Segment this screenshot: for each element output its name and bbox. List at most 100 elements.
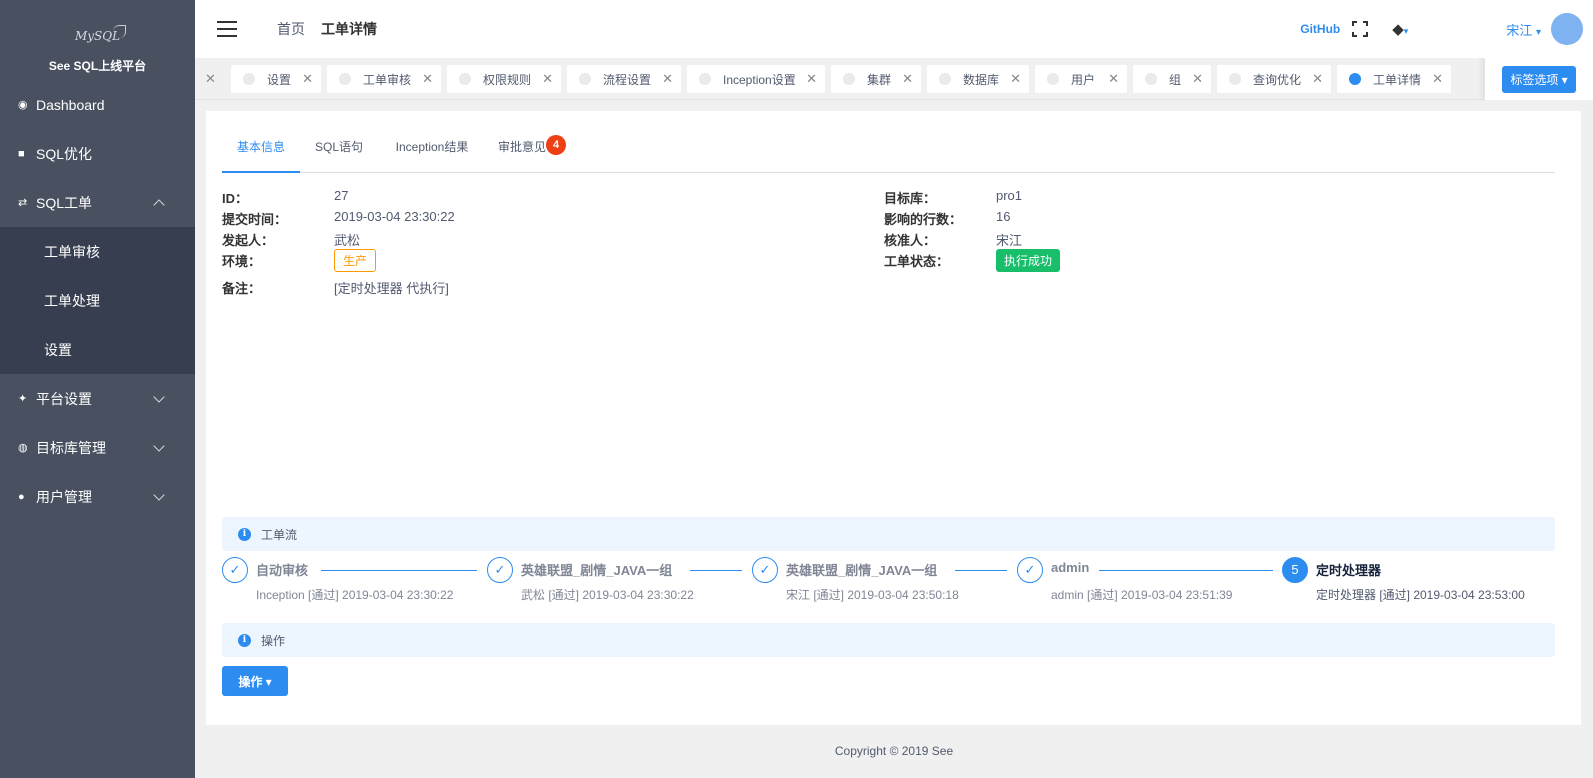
- menu-item-platform-settings[interactable]: ✦ 平台设置: [0, 374, 195, 423]
- info-label-environment: 环境：: [222, 254, 262, 269]
- tag-options-button[interactable]: 标签选项 ▾: [1502, 65, 1576, 93]
- close-icon[interactable]: ✕: [662, 71, 673, 87]
- tag-ticket-review[interactable]: 工单审核 ✕: [327, 65, 441, 93]
- step-connector: [1099, 570, 1273, 571]
- tag-user[interactable]: 用户 ✕: [1035, 65, 1127, 93]
- tag-label: 工单详情: [1373, 72, 1422, 87]
- menu-item-sql-ticket[interactable]: ⇄ SQL工单: [0, 178, 195, 227]
- close-icon[interactable]: ✕: [1312, 71, 1323, 87]
- chevron-up-icon: [153, 199, 165, 211]
- workflow-section-header: i 工单流: [222, 517, 1555, 551]
- close-icon[interactable]: ✕: [205, 71, 216, 87]
- info-value-submit-time: 2019-03-04 23:30:22: [334, 209, 455, 224]
- breadcrumb: 首页 工单详情: [277, 19, 377, 39]
- caret-down-icon: ▾: [1403, 26, 1409, 36]
- submenu-item-ticket-process[interactable]: 工单处理: [0, 276, 195, 325]
- shuffle-icon: ⇄: [18, 197, 28, 209]
- tag-label: 权限规则: [483, 72, 532, 87]
- fullscreen-icon[interactable]: [1352, 21, 1369, 37]
- tag-label: 集群: [867, 72, 892, 87]
- close-icon[interactable]: ✕: [902, 71, 913, 87]
- info-label-target-db: 目标库：: [884, 191, 937, 206]
- step-title: admin: [1051, 560, 1090, 575]
- tag-label: Inception设置: [723, 72, 796, 87]
- workflow-section-title: 工单流: [261, 527, 298, 542]
- submenu-item-ticket-review[interactable]: 工单审核: [0, 227, 195, 276]
- close-icon[interactable]: ✕: [302, 71, 313, 87]
- status-badge: 执行成功: [996, 249, 1061, 272]
- menu-item-target-db[interactable]: ◍ 目标库管理: [0, 423, 195, 472]
- close-icon[interactable]: ✕: [1192, 71, 1203, 87]
- step-desc: 宋江 [通过] 2019-03-04 23:50:18: [786, 588, 959, 602]
- menu-item-user-manage[interactable]: ● 用户管理: [0, 472, 195, 521]
- theme-paint-icon[interactable]: ◆▾: [1392, 20, 1408, 38]
- operations-section-header: i 操作: [222, 623, 1555, 657]
- user-menu[interactable]: 宋江 ▾: [1506, 20, 1541, 39]
- close-icon[interactable]: ✕: [1010, 71, 1021, 87]
- tag-label: 工单审核: [363, 72, 412, 87]
- close-icon[interactable]: ✕: [542, 71, 553, 87]
- menu-label: SQL工单: [36, 194, 93, 211]
- tag-inception-settings[interactable]: Inception设置 ✕: [687, 65, 825, 93]
- platform-title: See SQL上线平台: [48, 59, 147, 73]
- dot-icon: [699, 73, 711, 85]
- check-icon: ✓: [752, 557, 778, 583]
- tag-flow-settings[interactable]: 流程设置 ✕: [567, 65, 681, 93]
- header-right: GitHub ◆▾ 宋江 ▾: [1300, 0, 1593, 58]
- footer-copyright: Copyright © 2019 See: [834, 744, 954, 758]
- environment-tag: 生产: [334, 249, 377, 272]
- info-value-remark: [定时处理器 代执行]: [334, 281, 449, 296]
- dot-icon: [243, 73, 255, 85]
- menu-item-dashboard[interactable]: ◉ Dashboard: [0, 80, 195, 129]
- info-label-remark: 备注：: [222, 281, 262, 296]
- info-label-status: 工单状态：: [884, 254, 950, 269]
- breadcrumb-home[interactable]: 首页: [277, 19, 305, 39]
- tag-ticket-detail[interactable]: 工单详情 ✕: [1337, 65, 1451, 93]
- avatar[interactable]: [1551, 13, 1583, 45]
- check-icon: ✓: [487, 557, 513, 583]
- close-icon[interactable]: ✕: [422, 71, 433, 87]
- comments-count-badge: 4: [546, 135, 566, 155]
- submenu-item-settings[interactable]: 设置: [0, 325, 195, 374]
- tag-label: 用户: [1071, 72, 1096, 87]
- step-desc: 武松 [通过] 2019-03-04 23:30:22: [521, 588, 694, 602]
- close-icon[interactable]: ✕: [806, 71, 817, 87]
- tab-inception-result[interactable]: Inception结果: [384, 129, 480, 173]
- tag-settings[interactable]: 设置 ✕: [231, 65, 321, 93]
- tag-permission-rules[interactable]: 权限规则 ✕: [447, 65, 561, 93]
- tag-group[interactable]: 组 ✕: [1133, 65, 1211, 93]
- check-icon: ✓: [222, 557, 248, 583]
- mysql-logo: MySQL: [75, 21, 127, 51]
- tag-query-optimize[interactable]: 查询优化 ✕: [1217, 65, 1331, 93]
- step-desc: Inception [通过] 2019-03-04 23:30:22: [256, 588, 454, 602]
- step-desc: admin [通过] 2019-03-04 23:51:39: [1051, 588, 1233, 602]
- step-title: 自动审核: [256, 563, 309, 578]
- cube-icon: ■: [18, 147, 25, 160]
- check-icon: ✓: [1017, 557, 1043, 583]
- tag-database[interactable]: 数据库 ✕: [927, 65, 1029, 93]
- menu-label: 用户管理: [36, 488, 92, 505]
- close-icon[interactable]: ✕: [1432, 71, 1443, 87]
- step-number: 5: [1282, 557, 1308, 583]
- tag-cluster[interactable]: 集群 ✕: [831, 65, 921, 93]
- submenu: 工单审核 工单处理 设置: [0, 227, 195, 374]
- dot-icon: [459, 73, 471, 85]
- close-icon[interactable]: ✕: [1108, 71, 1119, 87]
- chevron-down-icon: [153, 489, 165, 501]
- info-value-initiator: 武松: [334, 233, 361, 248]
- step-connector: [321, 570, 477, 571]
- info-value-approver: 宋江: [996, 233, 1023, 248]
- detail-tabs: 基本信息 SQL语句 Inception结果 审批意见 4: [222, 129, 1555, 173]
- tag-label: 数据库: [963, 72, 1000, 87]
- tab-sql-statement[interactable]: SQL语句: [300, 129, 378, 173]
- tab-approval-comments[interactable]: 审批意见: [498, 129, 554, 173]
- tab-basic-info[interactable]: 基本信息: [222, 129, 300, 173]
- operations-dropdown-button[interactable]: 操作 ▾: [222, 666, 288, 696]
- info-label-affected-rows: 影响的行数：: [884, 212, 963, 227]
- tag-label: 流程设置: [603, 72, 652, 87]
- menu-item-sql-optimize[interactable]: ■ SQL优化: [0, 129, 195, 178]
- menu-toggle-icon[interactable]: [217, 21, 237, 37]
- github-link[interactable]: GitHub: [1300, 22, 1340, 36]
- chevron-down-icon: [153, 391, 165, 403]
- info-value-id: 27: [334, 188, 349, 203]
